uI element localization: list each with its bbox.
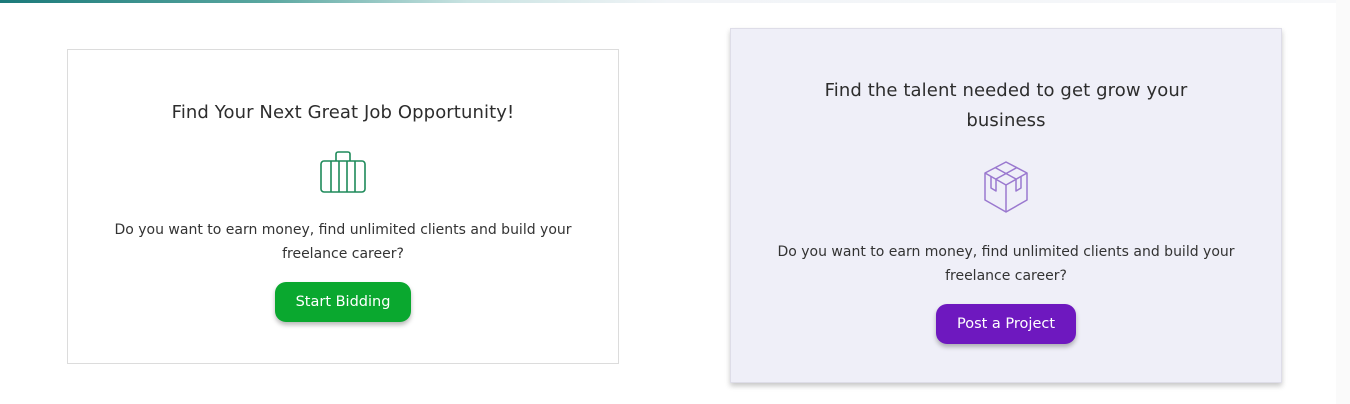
page-scrollbar-track[interactable] bbox=[1336, 0, 1350, 404]
client-card-description: Do you want to earn money, find unlimite… bbox=[777, 244, 1235, 284]
header-accent-line bbox=[0, 0, 1336, 3]
cube-icon bbox=[982, 160, 1030, 218]
client-card: Find the talent needed to get grow your … bbox=[730, 28, 1282, 383]
freelancer-card: Find Your Next Great Job Opportunity! Do… bbox=[67, 49, 619, 364]
freelancer-card-description: Do you want to earn money, find unlimite… bbox=[114, 222, 572, 262]
post-a-project-button[interactable]: Post a Project bbox=[935, 304, 1077, 344]
start-bidding-button[interactable]: Start Bidding bbox=[274, 282, 412, 322]
briefcase-icon bbox=[319, 150, 367, 198]
client-card-title: Find the talent needed to get grow your … bbox=[824, 80, 1188, 131]
freelancer-card-title: Find Your Next Great Job Opportunity! bbox=[171, 102, 515, 123]
